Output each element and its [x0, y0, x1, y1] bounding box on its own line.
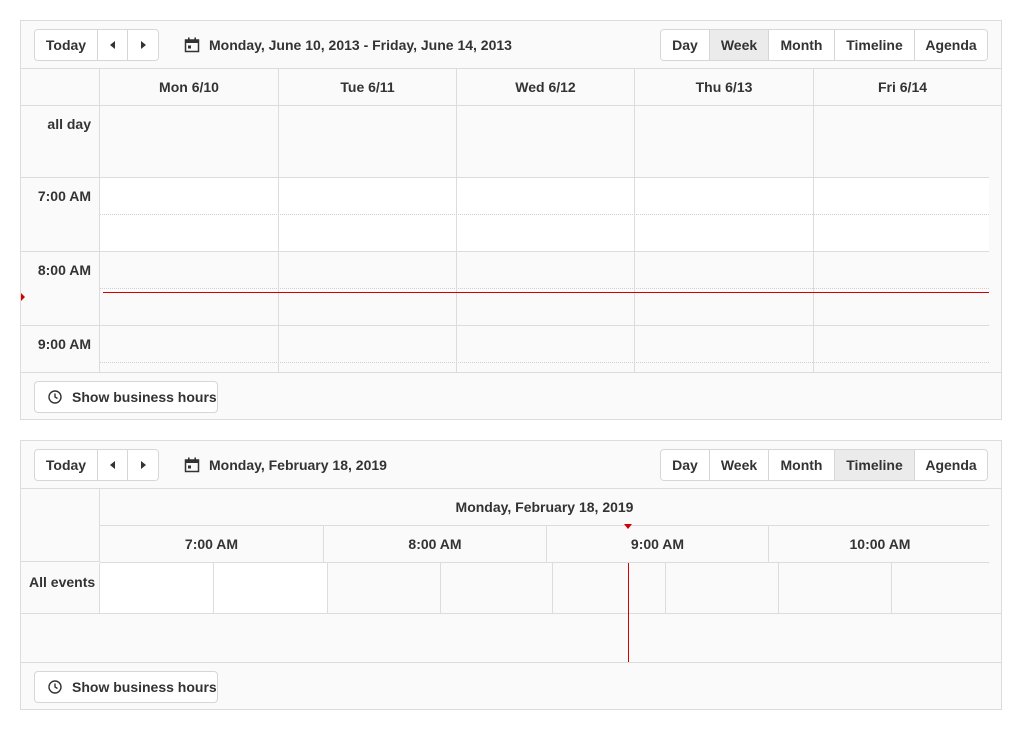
nav-buttons: Today: [34, 29, 159, 61]
day-header-row: Mon 6/10 Tue 6/11 Wed 6/12 Thu 6/13 Fri …: [21, 69, 1001, 106]
view-timeline-button[interactable]: Timeline: [835, 450, 915, 480]
all-day-row: all day: [21, 106, 989, 178]
view-day-button[interactable]: Day: [661, 450, 710, 480]
date-range-picker[interactable]: Monday, February 18, 2019: [184, 449, 387, 481]
time-label: 8:00 AM: [37, 262, 91, 278]
today-button[interactable]: Today: [35, 450, 98, 480]
view-switcher: Day Week Month Timeline Agenda: [660, 29, 988, 61]
nav-buttons: Today: [34, 449, 159, 481]
business-hours-label: Show business hours: [72, 389, 217, 405]
view-month-button[interactable]: Month: [769, 30, 835, 60]
scheduler-footer: Show business hours: [21, 372, 1001, 419]
next-button[interactable]: [128, 30, 158, 60]
toolbar: Today Monday, February 18, 2019 Day Week…: [21, 441, 1001, 489]
current-time-indicator: [628, 563, 629, 663]
show-business-hours-button[interactable]: Show business hours: [34, 381, 218, 413]
timeline-row[interactable]: All events: [21, 563, 1001, 614]
date-range-label: Monday, June 10, 2013 - Friday, June 14,…: [209, 37, 512, 53]
hour-header: 7:00 AM: [184, 536, 239, 552]
day-header: Thu 6/13: [634, 69, 813, 105]
previous-button[interactable]: [98, 450, 128, 480]
hour-header: 10:00 AM: [768, 526, 991, 562]
clock-icon: [48, 390, 62, 404]
calendar-icon: [184, 37, 200, 53]
calendar-icon: [184, 457, 200, 473]
scheduler-week: Today Monday, June 10, 2013 - Friday, Ju…: [20, 20, 1002, 420]
current-time-arrow: [21, 293, 25, 301]
scheduler-timeline: Today Monday, February 18, 2019 Day Week…: [20, 440, 1002, 710]
hour-header: 8:00 AM: [323, 526, 546, 562]
timeline-corner: [21, 489, 100, 562]
view-switcher: Day Week Month Timeline Agenda: [660, 449, 988, 481]
day-header: Fri 6/14: [813, 69, 991, 105]
view-week-button[interactable]: Week: [710, 30, 769, 60]
day-header: Mon 6/10: [99, 69, 278, 105]
view-month-button[interactable]: Month: [769, 450, 835, 480]
today-button[interactable]: Today: [35, 30, 98, 60]
timeline-row-label: All events: [21, 563, 100, 613]
time-grid[interactable]: 7:00 AM 8:00 AM 9:00 AM: [21, 178, 1001, 372]
previous-button[interactable]: [98, 30, 128, 60]
view-agenda-button[interactable]: Agenda: [915, 450, 987, 480]
scheduler-footer: Show business hours: [21, 662, 1001, 709]
current-time-arrow: [624, 524, 632, 529]
view-agenda-button[interactable]: Agenda: [915, 30, 987, 60]
arrow-left-icon: [109, 461, 115, 469]
all-day-label: all day: [47, 116, 91, 132]
current-time-indicator: [103, 292, 989, 293]
next-button[interactable]: [128, 450, 158, 480]
view-day-button[interactable]: Day: [661, 30, 710, 60]
hour-header: 9:00 AM: [546, 526, 768, 562]
view-timeline-button[interactable]: Timeline: [835, 30, 915, 60]
business-hours-label: Show business hours: [72, 679, 217, 695]
view-week-button[interactable]: Week: [710, 450, 769, 480]
time-label: 7:00 AM: [37, 188, 91, 204]
time-label: 9:00 AM: [37, 336, 91, 352]
timeline-hour-header: 7:00 AM 8:00 AM 9:00 AM 10:00 AM: [100, 526, 989, 563]
day-header: Tue 6/11: [278, 69, 456, 105]
show-business-hours-button[interactable]: Show business hours: [34, 671, 218, 703]
arrow-left-icon: [109, 41, 115, 49]
day-header: Wed 6/12: [456, 69, 634, 105]
date-range-picker[interactable]: Monday, June 10, 2013 - Friday, June 14,…: [184, 29, 512, 61]
clock-icon: [48, 680, 62, 694]
date-range-label: Monday, February 18, 2019: [209, 457, 387, 473]
arrow-right-icon: [141, 461, 146, 469]
timeline-date-header: Monday, February 18, 2019: [100, 489, 989, 526]
arrow-right-icon: [141, 41, 146, 49]
toolbar: Today Monday, June 10, 2013 - Friday, Ju…: [21, 21, 1001, 69]
